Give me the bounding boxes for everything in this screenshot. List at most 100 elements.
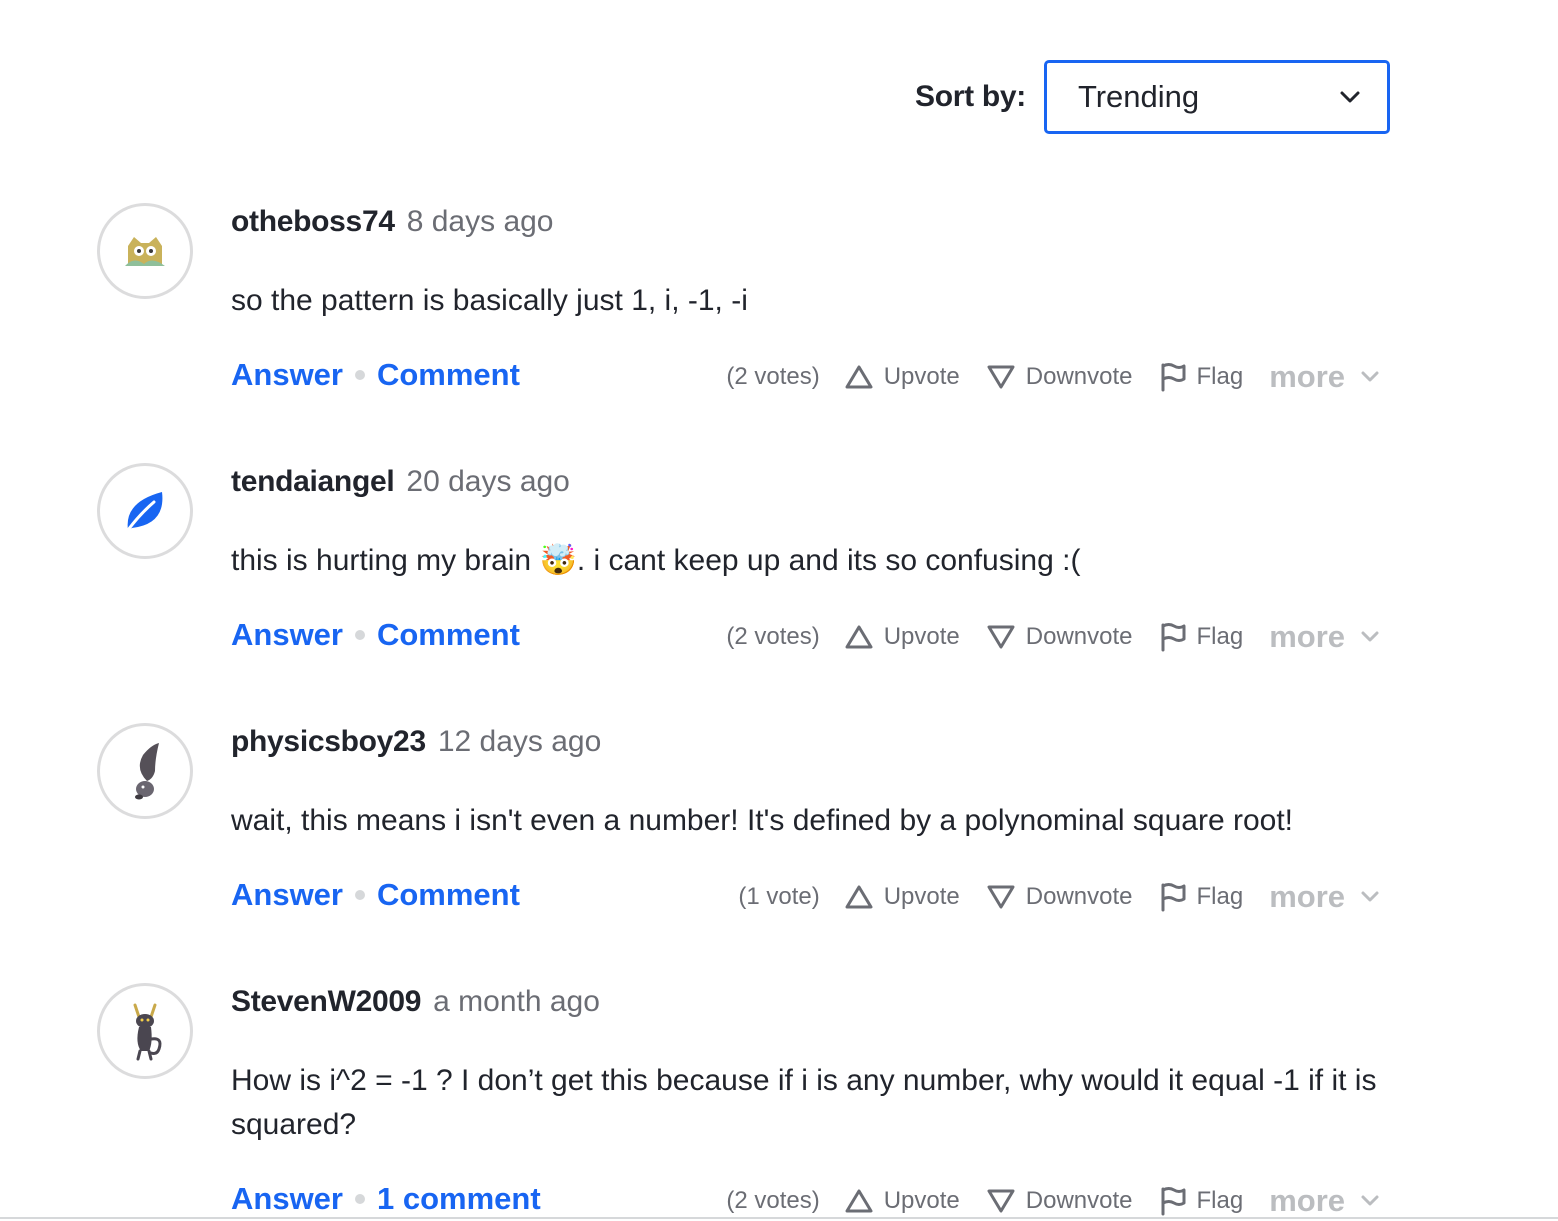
upvote-label: Upvote <box>883 623 960 650</box>
leaf-avatar-icon[interactable] <box>97 463 193 559</box>
comment-button[interactable]: Comment <box>377 357 520 393</box>
comment-text: so the pattern is basically just 1, i, -… <box>231 284 748 317</box>
owl-avatar-icon[interactable] <box>97 203 193 299</box>
downvote-button[interactable]: Downvote <box>986 1187 1133 1215</box>
comment-actions: Answer Comment (2 votes) Upvote Downvote… <box>231 357 1381 397</box>
upvote-button[interactable]: Upvote <box>844 883 960 911</box>
more-button[interactable]: more <box>1269 359 1381 395</box>
reply-links: Answer Comment <box>231 877 520 913</box>
vote-actions: (2 votes) Upvote Downvote Flag more <box>726 619 1381 655</box>
timestamp: 12 days ago <box>437 725 602 758</box>
comment-meta: StevenW2009 a month ago <box>231 985 600 1019</box>
separator-dot <box>354 370 365 380</box>
pokemon-avatar-icon[interactable] <box>97 723 193 819</box>
reply-links: Answer 1 comment <box>231 1181 541 1217</box>
chevron-down-icon <box>1361 631 1379 642</box>
timestamp: 20 days ago <box>406 465 570 498</box>
flag-icon <box>1161 1187 1185 1216</box>
upvote-icon <box>845 365 873 389</box>
sort-bar: Sort by: Trending <box>915 60 1390 134</box>
chevron-down-icon <box>1361 1195 1379 1206</box>
comment-text-part: . i cant keep up and its so confusing :( <box>576 544 1081 577</box>
vote-actions: (1 vote) Upvote Downvote Flag more <box>738 879 1381 915</box>
vote-count: (2 votes) <box>726 1187 820 1214</box>
comment-text: How is i^2 = -1 ? I don’t get this becau… <box>231 1064 1377 1141</box>
flag-icon <box>1161 623 1185 652</box>
flag-button[interactable]: Flag <box>1159 1186 1244 1216</box>
downvote-label: Downvote <box>1025 883 1133 910</box>
comment-button[interactable]: Comment <box>377 877 520 913</box>
comment-meta: physicsboy23 12 days ago <box>231 725 601 759</box>
downvote-icon <box>987 885 1015 909</box>
downvote-button[interactable]: Downvote <box>986 883 1133 911</box>
comment-meta: otheboss74 8 days ago <box>231 205 554 239</box>
answer-button[interactable]: Answer <box>231 357 343 393</box>
comment-actions: Answer Comment (2 votes) Upvote Downvote… <box>231 617 1381 657</box>
upvote-label: Upvote <box>883 883 960 910</box>
separator-dot <box>354 1194 365 1204</box>
more-button[interactable]: more <box>1269 619 1381 655</box>
more-button[interactable]: more <box>1269 1183 1381 1219</box>
username[interactable]: StevenW2009 <box>231 985 421 1018</box>
timestamp: 8 days ago <box>406 205 554 238</box>
more-label: more <box>1269 619 1345 654</box>
downvote-button[interactable]: Downvote <box>986 363 1133 391</box>
upvote-button[interactable]: Upvote <box>844 1187 960 1215</box>
chevron-down-icon <box>1340 91 1360 103</box>
vote-count: (2 votes) <box>726 623 820 650</box>
flag-button[interactable]: Flag <box>1159 882 1244 912</box>
chevron-down-icon <box>1361 371 1379 382</box>
comment-text: wait, this means i isn't even a number! … <box>231 804 1294 837</box>
vote-count: (2 votes) <box>726 363 820 390</box>
downvote-icon <box>987 625 1015 649</box>
comment-button[interactable]: Comment <box>377 617 520 653</box>
divider <box>0 1217 1558 1219</box>
username[interactable]: tendaiangel <box>231 465 395 498</box>
downvote-label: Downvote <box>1025 363 1133 390</box>
comment-actions: Answer 1 comment (2 votes) Upvote Downvo… <box>231 1181 1381 1221</box>
more-label: more <box>1269 879 1345 914</box>
flag-label: Flag <box>1196 363 1244 390</box>
flag-button[interactable]: Flag <box>1159 622 1244 652</box>
upvote-label: Upvote <box>883 1187 960 1214</box>
vote-actions: (2 votes) Upvote Downvote Flag more <box>726 1183 1381 1219</box>
vote-count: (1 vote) <box>738 883 820 910</box>
upvote-icon <box>845 1189 873 1213</box>
exploding-head-emoji: 🤯 <box>539 544 577 577</box>
username[interactable]: otheboss74 <box>231 205 395 238</box>
upvote-button[interactable]: Upvote <box>844 363 960 391</box>
comment-actions: Answer Comment (1 vote) Upvote Downvote … <box>231 877 1381 917</box>
upvote-button[interactable]: Upvote <box>844 623 960 651</box>
more-button[interactable]: more <box>1269 879 1381 915</box>
upvote-label: Upvote <box>883 363 960 390</box>
flag-label: Flag <box>1196 883 1244 910</box>
timestamp: a month ago <box>433 985 600 1018</box>
separator-dot <box>354 630 365 640</box>
comment-button[interactable]: 1 comment <box>377 1181 541 1217</box>
flag-icon <box>1161 883 1185 912</box>
answer-button[interactable]: Answer <box>231 1181 343 1217</box>
more-label: more <box>1269 359 1345 394</box>
flag-button[interactable]: Flag <box>1159 362 1244 392</box>
downvote-icon <box>987 1189 1015 1213</box>
downvote-label: Downvote <box>1025 1187 1133 1214</box>
reply-links: Answer Comment <box>231 357 520 393</box>
downvote-label: Downvote <box>1025 623 1133 650</box>
vote-actions: (2 votes) Upvote Downvote Flag more <box>726 359 1381 395</box>
username[interactable]: physicsboy23 <box>231 725 426 758</box>
comment-meta: tendaiangel 20 days ago <box>231 465 570 499</box>
flag-label: Flag <box>1196 1187 1244 1214</box>
comment-text: this is hurting my brain 🤯. i cant keep … <box>231 539 1401 583</box>
flag-label: Flag <box>1196 623 1244 650</box>
sort-select[interactable]: Trending <box>1043 60 1390 134</box>
answer-button[interactable]: Answer <box>231 617 343 653</box>
downvote-icon <box>987 365 1015 389</box>
answer-button[interactable]: Answer <box>231 877 343 913</box>
sort-selected-value: Trending <box>1077 79 1200 114</box>
downvote-button[interactable]: Downvote <box>986 623 1133 651</box>
imp-avatar-icon[interactable] <box>97 983 193 1079</box>
comment-text-part: this is hurting my brain <box>231 544 540 577</box>
separator-dot <box>354 890 365 900</box>
more-label: more <box>1269 1183 1345 1218</box>
reply-links: Answer Comment <box>231 617 520 653</box>
